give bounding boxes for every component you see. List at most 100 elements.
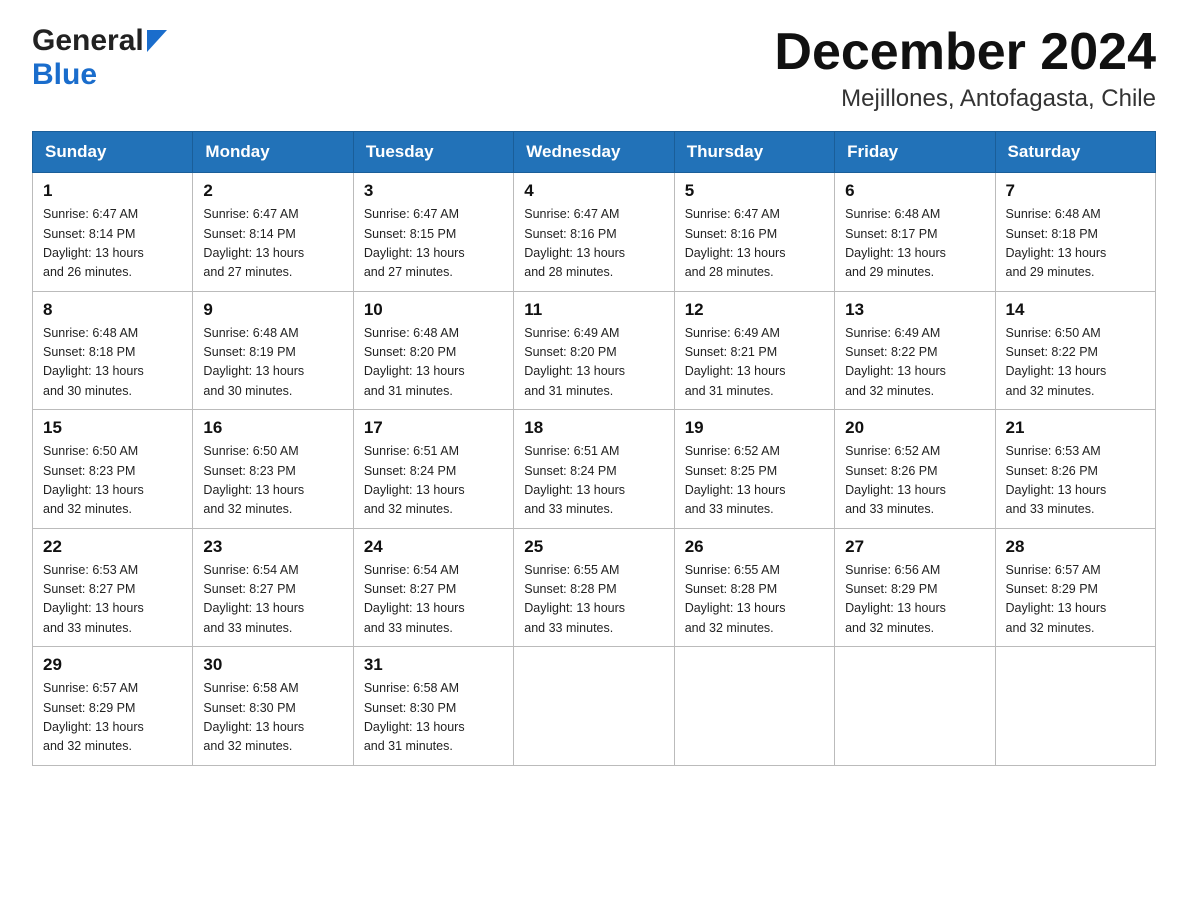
day-detail-24: Sunrise: 6:54 AMSunset: 8:27 PMDaylight:… xyxy=(364,561,503,639)
empty-cell xyxy=(995,647,1155,766)
day-number-3: 3 xyxy=(364,181,503,201)
day-detail-10: Sunrise: 6:48 AMSunset: 8:20 PMDaylight:… xyxy=(364,324,503,402)
day-number-15: 15 xyxy=(43,418,182,438)
day-detail-18: Sunrise: 6:51 AMSunset: 8:24 PMDaylight:… xyxy=(524,442,663,520)
day-cell-17: 17 Sunrise: 6:51 AMSunset: 8:24 PMDayligh… xyxy=(353,410,513,529)
day-cell-6: 6 Sunrise: 6:48 AMSunset: 8:17 PMDaylight… xyxy=(835,173,995,292)
day-number-20: 20 xyxy=(845,418,984,438)
col-header-wednesday: Wednesday xyxy=(514,132,674,173)
day-cell-26: 26 Sunrise: 6:55 AMSunset: 8:28 PMDayligh… xyxy=(674,528,834,647)
day-cell-21: 21Sunrise: 6:53 AMSunset: 8:26 PMDayligh… xyxy=(995,410,1155,529)
day-cell-2: 2 Sunrise: 6:47 AMSunset: 8:14 PMDaylight… xyxy=(193,173,353,292)
day-number-9: 9 xyxy=(203,300,342,320)
day-cell-3: 3 Sunrise: 6:47 AMSunset: 8:15 PMDaylight… xyxy=(353,173,513,292)
day-cell-25: 25Sunrise: 6:55 AMSunset: 8:28 PMDayligh… xyxy=(514,528,674,647)
day-number-11: 11 xyxy=(524,300,663,320)
day-detail-29: Sunrise: 6:57 AMSunset: 8:29 PMDaylight:… xyxy=(43,679,182,757)
day-detail-11: Sunrise: 6:49 AMSunset: 8:20 PMDaylight:… xyxy=(524,324,663,402)
day-number-24: 24 xyxy=(364,537,503,557)
day-cell-12: 12Sunrise: 6:49 AMSunset: 8:21 PMDayligh… xyxy=(674,291,834,410)
day-cell-14: 14 Sunrise: 6:50 AMSunset: 8:22 PMDayligh… xyxy=(995,291,1155,410)
header-row: SundayMondayTuesdayWednesdayThursdayFrid… xyxy=(33,132,1156,173)
col-header-tuesday: Tuesday xyxy=(353,132,513,173)
day-detail-15: Sunrise: 6:50 AMSunset: 8:23 PMDaylight:… xyxy=(43,442,182,520)
day-number-1: 1 xyxy=(43,181,182,201)
week-row-4: 22Sunrise: 6:53 AMSunset: 8:27 PMDayligh… xyxy=(33,528,1156,647)
day-detail-16: Sunrise: 6:50 AMSunset: 8:23 PMDaylight:… xyxy=(203,442,342,520)
day-number-30: 30 xyxy=(203,655,342,675)
day-number-4: 4 xyxy=(524,181,663,201)
day-number-14: 14 xyxy=(1006,300,1145,320)
day-detail-9: Sunrise: 6:48 AMSunset: 8:19 PMDaylight:… xyxy=(203,324,342,402)
day-detail-19: Sunrise: 6:52 AMSunset: 8:25 PMDaylight:… xyxy=(685,442,824,520)
day-number-7: 7 xyxy=(1006,181,1145,201)
day-number-26: 26 xyxy=(685,537,824,557)
day-cell-20: 20 Sunrise: 6:52 AMSunset: 8:26 PMDayligh… xyxy=(835,410,995,529)
day-cell-22: 22Sunrise: 6:53 AMSunset: 8:27 PMDayligh… xyxy=(33,528,193,647)
day-detail-30: Sunrise: 6:58 AMSunset: 8:30 PMDaylight:… xyxy=(203,679,342,757)
day-detail-3: Sunrise: 6:47 AMSunset: 8:15 PMDaylight:… xyxy=(364,205,503,283)
col-header-thursday: Thursday xyxy=(674,132,834,173)
day-number-28: 28 xyxy=(1006,537,1145,557)
day-detail-28: Sunrise: 6:57 AMSunset: 8:29 PMDaylight:… xyxy=(1006,561,1145,639)
day-detail-25: Sunrise: 6:55 AMSunset: 8:28 PMDaylight:… xyxy=(524,561,663,639)
day-number-13: 13 xyxy=(845,300,984,320)
week-row-5: 29 Sunrise: 6:57 AMSunset: 8:29 PMDayligh… xyxy=(33,647,1156,766)
day-cell-5: 5Sunrise: 6:47 AMSunset: 8:16 PMDaylight… xyxy=(674,173,834,292)
day-detail-1: Sunrise: 6:47 AMSunset: 8:14 PMDaylight:… xyxy=(43,205,182,283)
day-cell-24: 24 Sunrise: 6:54 AMSunset: 8:27 PMDayligh… xyxy=(353,528,513,647)
day-number-6: 6 xyxy=(845,181,984,201)
day-detail-20: Sunrise: 6:52 AMSunset: 8:26 PMDaylight:… xyxy=(845,442,984,520)
title-block: December 2024 Mejillones, Antofagasta, C… xyxy=(774,24,1156,113)
day-number-5: 5 xyxy=(685,181,824,201)
day-detail-23: Sunrise: 6:54 AMSunset: 8:27 PMDaylight:… xyxy=(203,561,342,639)
empty-cell xyxy=(674,647,834,766)
day-cell-19: 19 Sunrise: 6:52 AMSunset: 8:25 PMDayligh… xyxy=(674,410,834,529)
day-detail-21: Sunrise: 6:53 AMSunset: 8:26 PMDaylight:… xyxy=(1006,442,1145,520)
calendar-title: December 2024 xyxy=(774,24,1156,81)
day-detail-6: Sunrise: 6:48 AMSunset: 8:17 PMDaylight:… xyxy=(845,205,984,283)
empty-cell xyxy=(514,647,674,766)
day-number-19: 19 xyxy=(685,418,824,438)
day-detail-4: Sunrise: 6:47 AMSunset: 8:16 PMDaylight:… xyxy=(524,205,663,283)
day-number-8: 8 xyxy=(43,300,182,320)
day-cell-27: 27 Sunrise: 6:56 AMSunset: 8:29 PMDayligh… xyxy=(835,528,995,647)
week-row-1: 1 Sunrise: 6:47 AMSunset: 8:14 PMDaylight… xyxy=(33,173,1156,292)
day-cell-4: 4 Sunrise: 6:47 AMSunset: 8:16 PMDaylight… xyxy=(514,173,674,292)
day-number-22: 22 xyxy=(43,537,182,557)
day-number-16: 16 xyxy=(203,418,342,438)
logo: General Blue xyxy=(32,24,167,92)
col-header-sunday: Sunday xyxy=(33,132,193,173)
col-header-friday: Friday xyxy=(835,132,995,173)
day-number-23: 23 xyxy=(203,537,342,557)
day-detail-7: Sunrise: 6:48 AMSunset: 8:18 PMDaylight:… xyxy=(1006,205,1145,283)
page-header: General Blue December 2024 Mejillones, A… xyxy=(32,24,1156,113)
week-row-2: 8Sunrise: 6:48 AMSunset: 8:18 PMDaylight… xyxy=(33,291,1156,410)
week-row-3: 15 Sunrise: 6:50 AMSunset: 8:23 PMDayligh… xyxy=(33,410,1156,529)
day-number-29: 29 xyxy=(43,655,182,675)
day-detail-27: Sunrise: 6:56 AMSunset: 8:29 PMDaylight:… xyxy=(845,561,984,639)
day-number-17: 17 xyxy=(364,418,503,438)
day-detail-26: Sunrise: 6:55 AMSunset: 8:28 PMDaylight:… xyxy=(685,561,824,639)
day-cell-1: 1 Sunrise: 6:47 AMSunset: 8:14 PMDaylight… xyxy=(33,173,193,292)
day-number-12: 12 xyxy=(685,300,824,320)
day-cell-29: 29 Sunrise: 6:57 AMSunset: 8:29 PMDayligh… xyxy=(33,647,193,766)
day-number-27: 27 xyxy=(845,537,984,557)
day-cell-11: 11 Sunrise: 6:49 AMSunset: 8:20 PMDayligh… xyxy=(514,291,674,410)
logo-general-text: General xyxy=(32,24,144,58)
day-cell-28: 28 Sunrise: 6:57 AMSunset: 8:29 PMDayligh… xyxy=(995,528,1155,647)
day-cell-15: 15 Sunrise: 6:50 AMSunset: 8:23 PMDayligh… xyxy=(33,410,193,529)
empty-cell xyxy=(835,647,995,766)
day-detail-14: Sunrise: 6:50 AMSunset: 8:22 PMDaylight:… xyxy=(1006,324,1145,402)
day-number-18: 18 xyxy=(524,418,663,438)
day-cell-30: 30 Sunrise: 6:58 AMSunset: 8:30 PMDayligh… xyxy=(193,647,353,766)
day-detail-13: Sunrise: 6:49 AMSunset: 8:22 PMDaylight:… xyxy=(845,324,984,402)
day-cell-10: 10Sunrise: 6:48 AMSunset: 8:20 PMDayligh… xyxy=(353,291,513,410)
day-number-2: 2 xyxy=(203,181,342,201)
day-cell-31: 31Sunrise: 6:58 AMSunset: 8:30 PMDayligh… xyxy=(353,647,513,766)
day-detail-17: Sunrise: 6:51 AMSunset: 8:24 PMDaylight:… xyxy=(364,442,503,520)
calendar-table: SundayMondayTuesdayWednesdayThursdayFrid… xyxy=(32,131,1156,766)
day-detail-2: Sunrise: 6:47 AMSunset: 8:14 PMDaylight:… xyxy=(203,205,342,283)
day-cell-8: 8Sunrise: 6:48 AMSunset: 8:18 PMDaylight… xyxy=(33,291,193,410)
day-cell-18: 18 Sunrise: 6:51 AMSunset: 8:24 PMDayligh… xyxy=(514,410,674,529)
